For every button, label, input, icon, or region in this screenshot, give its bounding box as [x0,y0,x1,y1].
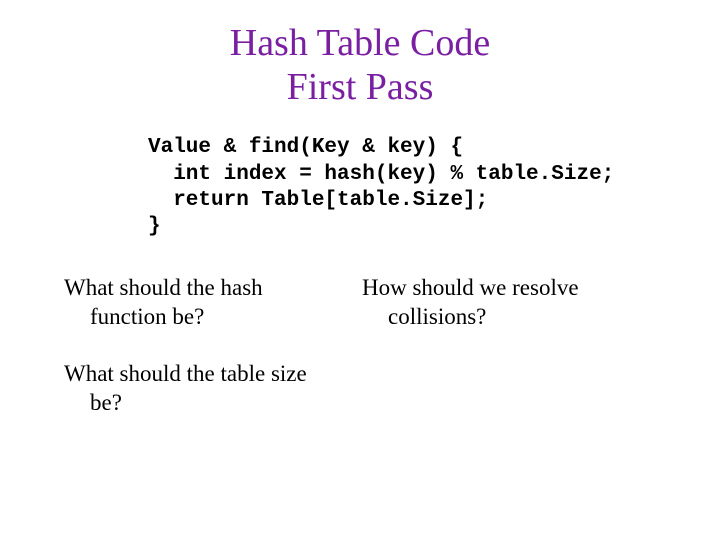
question-collisions: How should we resolve collisions? [362,274,700,332]
q-text-line: What should the hash [64,275,263,300]
title-line-1: Hash Table Code [230,22,490,64]
title-line-2: First Pass [287,66,434,108]
slide-title: Hash Table Code First Pass [0,0,720,109]
q-text-line: be? [64,389,340,418]
code-line-3: return Table[table.Size]; [148,189,488,212]
questions-left-column: What should the hash function be? What s… [0,274,340,445]
slide: Hash Table Code First Pass Value & find(… [0,0,720,540]
question-hash-function: What should the hash function be? [64,274,340,332]
q-text-line: collisions? [362,303,700,332]
questions-row: What should the hash function be? What s… [0,274,720,445]
code-block: Value & find(Key & key) { int index = ha… [148,135,720,240]
question-table-size: What should the table size be? [64,360,340,418]
code-line-4: } [148,215,161,238]
code-line-1: Value & find(Key & key) { [148,136,463,159]
q-text-line: function be? [64,303,340,332]
q-text-line: What should the table size [64,361,307,386]
code-line-2: int index = hash(key) % table.Size; [148,163,614,186]
q-text-line: How should we resolve [362,275,579,300]
questions-right-column: How should we resolve collisions? [340,274,700,445]
